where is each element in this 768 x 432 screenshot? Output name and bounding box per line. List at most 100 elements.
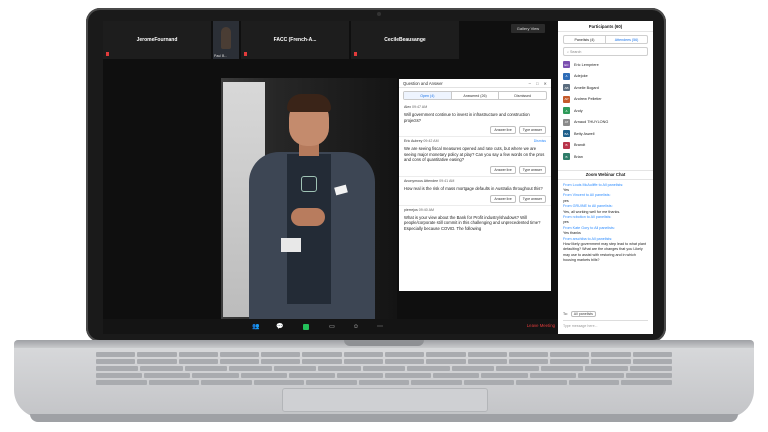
keyboard-key xyxy=(496,366,539,371)
tile-name: CecileBeausange xyxy=(384,37,426,43)
participant-item[interactable]: EC Eric Lempriere xyxy=(563,59,648,71)
question-time: 09:40 AM xyxy=(418,207,434,212)
question-item: Alex 09:47 AM Will government continue t… xyxy=(399,103,551,138)
question-time: 09:47 AM xyxy=(412,105,428,109)
tab-open[interactable]: Open (4) xyxy=(404,92,452,99)
participant-item[interactable]: A Andy xyxy=(563,105,648,117)
question-author: Eric Aubrey xyxy=(404,139,423,144)
dismiss-link[interactable]: Dismiss xyxy=(534,139,546,143)
question-text: How real is the risk of mass mortgage de… xyxy=(404,185,543,191)
participant-video xyxy=(221,27,231,49)
participant-name: Eric Lempriere xyxy=(574,62,599,67)
reactions-icon[interactable]: ☺ xyxy=(351,323,361,331)
type-answer-button[interactable]: Type answer xyxy=(518,165,546,174)
minimize-icon[interactable]: – xyxy=(529,81,531,86)
keyboard-key xyxy=(96,380,147,385)
video-tile-active[interactable]: Paul B... xyxy=(213,21,239,59)
keyboard-key xyxy=(302,352,342,357)
meeting-toolbar: 👥 💬 ▭ ☺ ⋯ Leave Meeting xyxy=(103,319,558,334)
keyboard-key xyxy=(178,352,218,357)
recipient-dropdown[interactable]: All panelists xyxy=(570,311,596,317)
participant-search-input[interactable]: ⌕ Search xyxy=(563,47,648,56)
participant-name: Arnaud THUYLONG xyxy=(574,120,609,125)
keyboard-key xyxy=(288,373,335,378)
tile-name: FACC (French-A... xyxy=(273,37,317,43)
participant-name: Andy xyxy=(574,108,583,113)
keyboard-key xyxy=(411,380,462,385)
chat-message-input[interactable]: Type message here... xyxy=(563,320,648,330)
tab-panelists[interactable]: Panelists (4) xyxy=(564,36,606,43)
avatar: AB xyxy=(563,84,570,92)
avatar: EC xyxy=(563,61,570,69)
answer-live-button[interactable]: Answer live xyxy=(490,194,516,203)
participant-item[interactable]: AP Andrew Pelletier xyxy=(563,94,648,106)
question-item: Eric Aubrey 09:42 AM Dismiss We are seei… xyxy=(399,137,551,177)
keyboard-key xyxy=(343,352,383,357)
type-answer-button[interactable]: Type answer xyxy=(518,194,546,203)
type-answer-button[interactable]: Type answer xyxy=(518,126,546,135)
participant-item[interactable]: B Brian xyxy=(563,151,648,163)
participants-icon[interactable]: 👥 xyxy=(251,323,261,331)
laptop-screen: JeromeFournand Paul B... FACC (French-A.… xyxy=(103,21,653,334)
question-author: Alex xyxy=(404,105,411,109)
answer-live-button[interactable]: Answer live xyxy=(490,126,516,135)
qa-title: Question and Answer xyxy=(403,80,443,86)
leave-meeting-button[interactable]: Leave Meeting xyxy=(527,323,555,328)
keyboard-key xyxy=(550,352,590,357)
participant-item[interactable]: A Adejoke xyxy=(563,71,648,83)
keyboard-key xyxy=(96,352,136,357)
keyboard-key xyxy=(178,359,218,364)
keyboard-key xyxy=(426,352,466,357)
keyboard-key xyxy=(385,373,432,378)
keyboard-key xyxy=(516,380,567,385)
keyboard-key xyxy=(148,380,200,385)
keyboard-key xyxy=(451,366,495,371)
name-badge xyxy=(281,238,301,252)
close-icon[interactable]: ✕ xyxy=(543,81,547,86)
question-item: pierrejos 09:40 AM What is your view abo… xyxy=(399,206,551,234)
keyboard-key xyxy=(591,352,631,357)
question-time: 09:42 AM xyxy=(423,139,439,144)
tab-dismissed[interactable]: Dismissed xyxy=(499,92,546,99)
video-tile[interactable]: JeromeFournand xyxy=(103,21,211,59)
keyboard-key xyxy=(550,359,590,364)
maximize-icon[interactable]: □ xyxy=(536,81,539,86)
participant-item[interactable]: AB Amelie Bogard xyxy=(563,82,648,94)
keyboard-key xyxy=(192,373,239,378)
qa-icon[interactable]: ▭ xyxy=(327,323,337,331)
participant-list: EC Eric Lempriere A Adejoke AB Amelie Bogard A… xyxy=(558,59,653,163)
tab-answered[interactable]: Answered (26) xyxy=(452,92,500,99)
keyboard-key xyxy=(219,359,260,364)
muted-mic-icon xyxy=(106,52,109,56)
avatar: A xyxy=(563,72,570,80)
lid-notch xyxy=(344,340,424,346)
avatar: A xyxy=(563,107,570,115)
keyboard-key xyxy=(140,366,183,371)
share-screen-icon[interactable] xyxy=(303,323,309,330)
answer-live-button[interactable]: Answer live xyxy=(490,165,516,174)
keyboard-key xyxy=(585,366,628,371)
participant-item[interactable]: AT Arnaud THUYLONG xyxy=(563,117,648,129)
gallery-view-button[interactable]: Gallery View xyxy=(511,24,545,33)
speaker-hair xyxy=(287,94,331,112)
keyboard-key xyxy=(261,359,301,364)
participant-name: Betty Aswell xyxy=(574,131,595,136)
participant-item[interactable]: BA Betty Aswell xyxy=(563,128,648,140)
question-text: What is your view about the Bank for Pro… xyxy=(404,214,541,231)
keyboard-key xyxy=(481,373,528,378)
question-text: We are seeing fiscal measures opened and… xyxy=(404,146,545,163)
chat-bubble-icon[interactable]: 💬 xyxy=(275,323,285,331)
tab-attendees[interactable]: Attendees (56) xyxy=(606,36,647,43)
participant-item[interactable]: B Brandt xyxy=(563,140,648,152)
chat-recipient: To: All panelists xyxy=(563,311,596,317)
video-tile[interactable]: CecileBeausange xyxy=(351,21,459,59)
question-author: Anonymous Attendee xyxy=(404,178,439,183)
avatar: AP xyxy=(563,95,570,103)
keyboard-key xyxy=(302,359,342,364)
more-icon[interactable]: ⋯ xyxy=(375,323,385,331)
muted-mic-icon xyxy=(244,52,247,56)
video-tile[interactable]: FACC (French-A... xyxy=(241,21,349,59)
trackpad xyxy=(282,388,488,412)
speaker-video xyxy=(221,78,397,321)
keyboard-key xyxy=(261,352,301,357)
